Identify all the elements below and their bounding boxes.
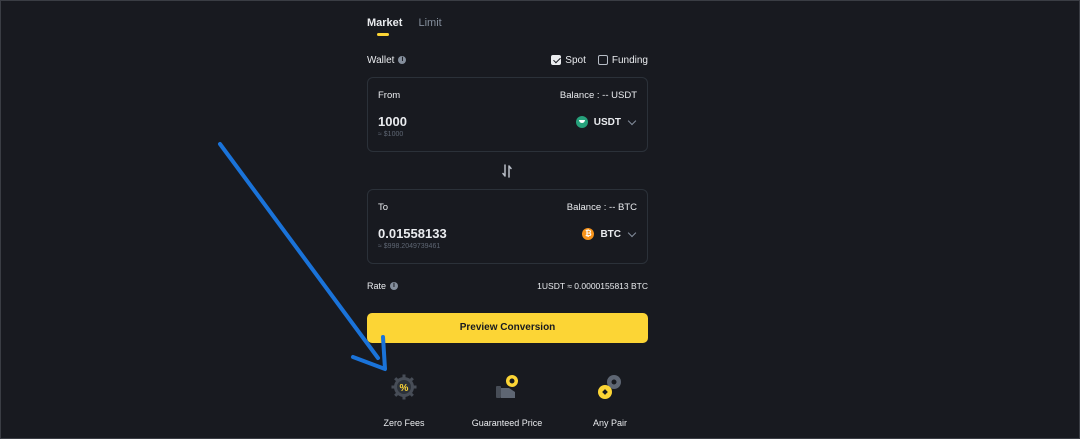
tab-limit[interactable]: Limit [418, 17, 441, 35]
funding-label: Funding [611, 54, 648, 66]
rate-label: Rate [367, 281, 387, 291]
preview-conversion-button[interactable]: Preview Conversion [367, 313, 648, 343]
info-icon[interactable]: i [398, 56, 407, 64]
tab-market[interactable]: Market [367, 17, 402, 36]
spot-label: Spot [565, 54, 586, 66]
wallet-options: Spot Funding [545, 55, 648, 66]
to-coin-selector[interactable]: ₿ BTC [582, 228, 637, 240]
feature-label: Any Pair [592, 418, 627, 428]
feature-zero-fees: % Zero Fees [359, 373, 449, 428]
info-icon[interactable]: i [390, 282, 399, 290]
feature-label: Guaranteed Price [471, 418, 543, 428]
chevron-down-icon [627, 228, 637, 237]
order-type-tabs: Market Limit [367, 17, 442, 36]
from-coin-label: USDT [593, 116, 621, 128]
from-balance: Balance : -- USDT [559, 90, 637, 101]
feature-label: Zero Fees [383, 418, 425, 428]
hand-coin-icon [496, 375, 518, 398]
rate-row: Rate i 1USDT ≈ 0.0000155813 BTC [367, 281, 648, 291]
spot-checkbox[interactable] [551, 55, 562, 65]
to-balance: Balance : -- BTC [566, 202, 637, 213]
btc-icon: ₿ [582, 228, 595, 240]
feature-guaranteed-price: Guaranteed Price [462, 373, 552, 428]
funding-option[interactable]: Funding [597, 54, 648, 66]
coins-pair-icon [598, 375, 621, 399]
wallet-row: Wallet i Spot Funding [367, 53, 648, 67]
usdt-icon [575, 116, 588, 128]
wallet-label: Wallet [367, 54, 395, 66]
funding-checkbox[interactable] [597, 55, 608, 65]
to-label: To [378, 202, 389, 213]
svg-text:%: % [400, 383, 409, 394]
to-amount-value: 0.01558133 [378, 226, 447, 241]
to-approx-value: ≈ $998.2049739461 [378, 243, 441, 250]
converter-window: Market Limit Wallet i Spot Funding From … [0, 0, 1080, 439]
spot-option[interactable]: Spot [551, 55, 586, 66]
swap-icon[interactable] [501, 164, 513, 178]
chevron-down-icon [627, 116, 637, 125]
rate-value: 1USDT ≈ 0.0000155813 BTC [537, 281, 648, 291]
from-amount-input[interactable]: 1000 [378, 114, 407, 129]
from-box[interactable]: From Balance : -- USDT 1000 ≈ $1000 USDT [367, 77, 648, 152]
feature-any-pair: Any Pair [565, 373, 655, 428]
from-approx-value: ≈ $1000 [378, 131, 404, 138]
to-coin-label: BTC [600, 228, 621, 240]
to-box[interactable]: To Balance : -- BTC 0.01558133 ≈ $998.20… [367, 189, 648, 264]
from-coin-selector[interactable]: USDT [575, 116, 637, 128]
from-label: From [378, 90, 401, 101]
percent-gear-icon: % [391, 374, 417, 400]
